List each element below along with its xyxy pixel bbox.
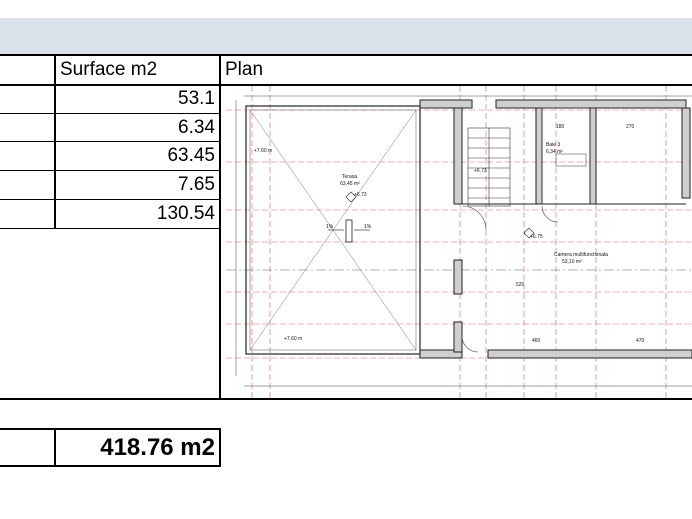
label-dim-d: 470 bbox=[636, 338, 645, 344]
header-band bbox=[0, 18, 692, 54]
label-terasa-area: 63,45 m² bbox=[340, 181, 360, 187]
label-mark-b: +6.73 bbox=[474, 168, 487, 174]
label-mark-a: +6.73 bbox=[354, 192, 367, 198]
label-baie: Baie 3 bbox=[546, 142, 560, 148]
label-dim-a: 180 bbox=[556, 124, 565, 130]
surface-header: Surface m2 bbox=[60, 59, 158, 80]
label-dim-b: 270 bbox=[626, 124, 635, 130]
surface-cell-3: 63.45 bbox=[167, 145, 215, 166]
label-terasa: Terasa bbox=[342, 174, 357, 180]
floor-plan-svg: Terasa 63,45 m² Baie 3 6,34 m² Camera mu… bbox=[226, 86, 692, 398]
surface-cell-4: 7.65 bbox=[178, 174, 215, 195]
label-baie-area: 6,34 m² bbox=[546, 149, 563, 155]
label-camera-area: 53,10 m² bbox=[562, 259, 582, 265]
label-dim-e: 520 bbox=[516, 282, 525, 288]
table-rule-bottom bbox=[0, 398, 692, 400]
floor-plan: Terasa 63,45 m² Baie 3 6,34 m² Camera mu… bbox=[226, 86, 692, 398]
col-rule-b bbox=[219, 54, 221, 400]
surface-cell-5: 130.54 bbox=[156, 203, 215, 224]
plan-header: Plan bbox=[225, 59, 264, 80]
total-surface: 418.76 m2 bbox=[100, 434, 215, 461]
total-rule-b bbox=[219, 428, 221, 467]
label-level-a: +7.60 m bbox=[254, 148, 272, 154]
label-camera: Camera multifunctionala bbox=[554, 252, 608, 258]
row-rule-5 bbox=[0, 228, 220, 229]
surface-cell-2: 6.34 bbox=[178, 117, 215, 138]
label-dim-c: 460 bbox=[532, 338, 541, 344]
label-level-b: +7.60 m bbox=[284, 336, 302, 342]
label-slope-a: 1% bbox=[326, 224, 334, 230]
label-mark-c: +6.75 bbox=[530, 234, 543, 240]
surface-cell-1: 53.1 bbox=[178, 88, 215, 109]
label-slope-b: 1% bbox=[364, 224, 372, 230]
